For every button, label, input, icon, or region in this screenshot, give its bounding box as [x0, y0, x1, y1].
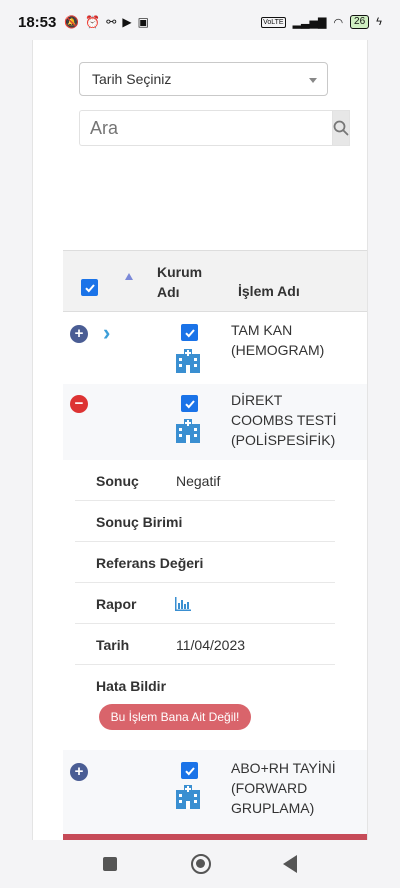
- check-icon: [184, 766, 195, 775]
- alarm-icon: ⏰: [85, 15, 101, 29]
- play-icon: ▶: [122, 15, 132, 29]
- sort-ascending-icon[interactable]: [125, 273, 133, 280]
- home-icon[interactable]: [191, 854, 211, 874]
- recents-icon[interactable]: [103, 857, 117, 871]
- signal-icon: ▂▃▅▇: [292, 16, 327, 29]
- hospital-icon: [176, 419, 200, 443]
- card-icon: ▣: [137, 15, 149, 29]
- date-select[interactable]: Tarih Seçiniz: [79, 62, 328, 96]
- table-row[interactable]: + ABO+RH TAYİNİ (FORWARD GRUPLAMA): [63, 750, 367, 834]
- search-input[interactable]: [79, 110, 332, 146]
- report-error-button[interactable]: Bu İşlem Bana Ait Değil!: [99, 704, 251, 730]
- procedure-name: ABO+RH TAYİNİ (FORWARD GRUPLAMA): [231, 760, 336, 816]
- table-row[interactable]: + › TAM KAN (HEMOGRAM): [63, 312, 367, 384]
- results-card: Tarih Seçiniz Kurum Adı İşlem Adı + ›: [32, 40, 368, 840]
- hospital-icon: [176, 349, 200, 373]
- detail-row-sonuc-birimi: Sonuç Birimi: [75, 501, 335, 542]
- column-header-islem[interactable]: İşlem Adı: [238, 283, 300, 299]
- search-button[interactable]: [332, 110, 350, 146]
- select-all-checkbox[interactable]: [81, 279, 98, 296]
- detail-row-sonuc: Sonuç Negatif: [75, 460, 335, 501]
- column-header-kurum[interactable]: Kurum Adı: [157, 262, 202, 302]
- report-chart-icon[interactable]: [175, 597, 191, 611]
- charging-icon: ϟ: [376, 16, 382, 28]
- chevron-down-icon: [309, 78, 317, 83]
- back-icon[interactable]: [283, 855, 297, 873]
- expand-row-icon[interactable]: +: [70, 763, 88, 781]
- detail-row-referans: Referans Değeri: [75, 542, 335, 583]
- wifi-icon: ◠: [333, 16, 344, 29]
- detail-row-tarih: Tarih 11/04/2023: [75, 624, 335, 665]
- collapse-row-icon[interactable]: −: [70, 395, 88, 413]
- mute-icon: 🔕: [64, 15, 80, 29]
- date-select-value: Tarih Seçiniz: [92, 71, 172, 87]
- check-icon: [84, 283, 95, 292]
- volte-icon: VoLTE: [261, 16, 286, 28]
- row-checkbox[interactable]: [181, 762, 198, 779]
- expand-row-icon[interactable]: +: [70, 325, 88, 343]
- row-checkbox[interactable]: [181, 395, 198, 412]
- chevron-right-icon[interactable]: ›: [103, 320, 110, 346]
- check-icon: [184, 328, 195, 337]
- row-checkbox[interactable]: [181, 324, 198, 341]
- navigation-bar: [0, 840, 400, 888]
- share-icon: ⚯: [106, 15, 117, 29]
- check-icon: [184, 399, 195, 408]
- procedure-name: DİREKT COOMBS TESTİ (POLİSPESİFİK): [231, 392, 337, 448]
- table-row[interactable]: − DİREKT COOMBS TESTİ (POLİSPESİFİK): [63, 384, 367, 460]
- table-header: Kurum Adı İşlem Adı: [63, 250, 367, 312]
- row-details: Sonuç Negatif Sonuç Birimi Referans Değe…: [75, 460, 335, 706]
- battery-icon: 26: [350, 15, 370, 29]
- status-bar: 18:53 🔕 ⏰ ⚯ ▶ ▣ VoLTE ▂▃▅▇ ◠ 26 ϟ: [0, 0, 400, 44]
- clock: 18:53: [18, 13, 57, 31]
- search-icon: [333, 120, 349, 136]
- search-bar: [79, 110, 350, 146]
- detail-row-hata: Hata Bildir: [96, 678, 167, 694]
- detail-row-rapor: Rapor: [75, 583, 335, 624]
- procedure-name: TAM KAN (HEMOGRAM): [231, 322, 325, 358]
- hospital-icon: [176, 785, 200, 809]
